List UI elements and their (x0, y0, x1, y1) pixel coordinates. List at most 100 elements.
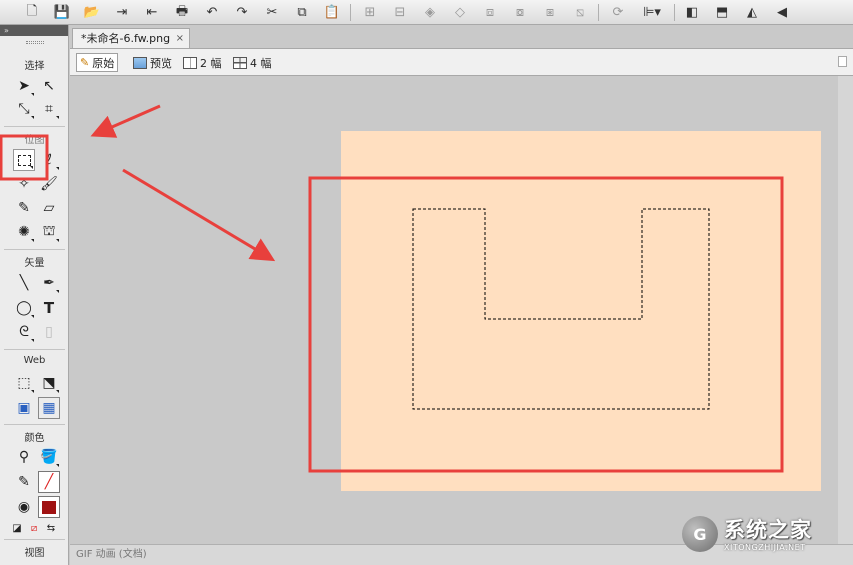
section-bitmap-label: 位图 (24, 135, 45, 146)
page-icon[interactable] (838, 56, 847, 67)
section-colors-label: 颜色 (24, 433, 45, 444)
front-icon[interactable]: ⧈ (480, 3, 500, 22)
knife-tool-icon[interactable]: ▯ (38, 321, 60, 343)
original-view-button[interactable]: ✎ 原始 (76, 53, 119, 72)
default-colors-icon[interactable]: ◪ (10, 517, 24, 539)
hide-slices-icon[interactable]: ▣ (13, 397, 35, 419)
ungroup-icon[interactable]: ⊟ (390, 3, 410, 22)
align-icon[interactable]: ⊫▾ (638, 3, 666, 22)
pencil-tool-icon[interactable]: ✎ (13, 197, 35, 219)
four-panes-icon (233, 56, 247, 69)
tools-panel-header[interactable]: » (0, 25, 68, 36)
back-icon[interactable]: ⧅ (570, 3, 590, 22)
freeform-tool-icon[interactable]: ᘓ (13, 321, 35, 343)
status-text: GIF 动画 (文档) (76, 549, 147, 560)
eyedropper-tool-icon[interactable]: ⚲ (13, 446, 35, 468)
import-icon[interactable]: ⇥ (112, 3, 132, 22)
redo-icon[interactable]: ↷ (232, 3, 252, 22)
vertical-scrollbar[interactable] (838, 76, 853, 544)
watermark: G 系统之家 XITONGZHIJIA.NET (676, 514, 846, 560)
paste-icon[interactable]: 📋 (322, 3, 342, 22)
stroke-swatch[interactable]: ╱ (38, 471, 60, 493)
join-icon[interactable]: ◈ (420, 3, 440, 22)
image-icon (133, 56, 147, 69)
stamp-tool-icon[interactable]: ⛫ (38, 221, 60, 243)
rotate-icon[interactable]: ⟳ (608, 3, 628, 22)
show-slices-icon[interactable]: ▦ (38, 397, 60, 419)
scale-tool-icon[interactable]: ⤡ (13, 98, 35, 120)
export-icon[interactable]: ⇤ (142, 3, 162, 22)
section-divider (4, 424, 65, 425)
document-tab-title: *未命名-6.fw.png (81, 32, 171, 45)
arrow-to-tool (90, 104, 161, 138)
undo-icon[interactable]: ↶ (202, 3, 222, 22)
swap-colors-icon[interactable]: ⇆ (44, 517, 58, 539)
two-panes-icon (183, 56, 197, 69)
preview-view-button[interactable]: 预览 (130, 53, 175, 72)
section-view-label: 视图 (24, 548, 45, 559)
slice-tool-icon[interactable]: ⬔ (38, 372, 60, 394)
section-divider (4, 126, 65, 127)
new-file-icon[interactable]: 🗋 (22, 3, 42, 22)
blur-tool-icon[interactable]: ✺ (13, 221, 35, 243)
watermark-logo-letter: G (693, 524, 707, 544)
arrow-to-selection (122, 168, 276, 262)
crop-tool-icon[interactable]: ⌗ (38, 98, 60, 120)
close-tab-icon[interactable]: × (176, 29, 184, 48)
ellipse-tool-icon[interactable]: ◯ (13, 297, 35, 319)
view-bar: ✎ 原始 预览 2 幅 4 幅 (70, 48, 853, 76)
pencil-icon: ✎ (80, 56, 90, 69)
two-up-view-label: 2 幅 (200, 56, 222, 70)
text-tool-icon[interactable]: T (38, 297, 60, 319)
marquee-tool-icon[interactable] (13, 149, 35, 171)
section-divider (4, 349, 65, 350)
hotspot-tool-icon[interactable]: ⬚ (13, 372, 35, 394)
skew-icon[interactable]: ◀ (772, 3, 792, 22)
flip-horizontal-icon[interactable]: ◭ (742, 3, 762, 22)
fill-color-icon[interactable]: ◉ (13, 496, 35, 518)
collapse-icon[interactable]: » (4, 26, 9, 35)
open-icon[interactable]: 📂 (82, 3, 102, 22)
section-select-label: 选择 (24, 61, 45, 72)
toolbar-separator (674, 4, 675, 21)
stroke-color-icon[interactable]: ✎ (13, 471, 35, 493)
brush-tool-icon[interactable]: 🖌 (38, 173, 60, 195)
two-up-view-button[interactable]: 2 幅 (180, 53, 225, 72)
section-divider (4, 539, 65, 540)
watermark-url: XITONGZHIJIA.NET (724, 543, 806, 552)
forward-icon[interactable]: ⧇ (510, 3, 530, 22)
flip-vertical-icon[interactable]: ⬒ (712, 3, 732, 22)
original-view-label: 原始 (92, 56, 115, 70)
line-tool-icon[interactable]: ╲ (13, 272, 35, 294)
four-up-view-label: 4 幅 (250, 56, 272, 70)
backward-icon[interactable]: ⧆ (540, 3, 560, 22)
four-up-view-button[interactable]: 4 幅 (230, 53, 275, 72)
document-canvas[interactable] (341, 131, 821, 491)
no-color-icon[interactable]: ⧄ (27, 517, 41, 539)
pen-tool-icon[interactable]: ✒ (38, 272, 60, 294)
main-toolbar: 🗋 💾 📂 ⇥ ⇤ 🖶 ↶ ↷ ✂ ⧉ 📋 ⊞ ⊟ ◈ ◇ ⧈ ⧇ ⧆ ⧅ ⟳ … (0, 0, 853, 25)
fill-swatch[interactable] (38, 496, 60, 518)
split-icon[interactable]: ◇ (450, 3, 470, 22)
toolbar-separator (350, 4, 351, 21)
section-web-label: Web (23, 355, 46, 366)
lasso-tool-icon[interactable]: ℓ (38, 149, 60, 171)
save-icon[interactable]: 💾 (52, 3, 72, 22)
print-icon[interactable]: 🖶 (172, 3, 192, 22)
subselect-tool-icon[interactable]: ↖ (38, 75, 60, 97)
panel-grip[interactable] (26, 41, 44, 44)
magic-wand-icon[interactable]: ✧ (13, 173, 35, 195)
preview-view-label: 预览 (150, 56, 172, 70)
watermark-name: 系统之家 (724, 518, 812, 542)
tools-panel: » 选择 ➤ ↖ ⤡ ⌗ 位图 ℓ ✧ 🖌 ✎ ▱ ✺ ⛫ 矢量 ╲ ✒ ◯ T… (0, 25, 69, 565)
cut-icon[interactable]: ✂ (262, 3, 282, 22)
paint-bucket-icon[interactable]: 🪣 (38, 446, 60, 468)
eraser-tool-icon[interactable]: ▱ (38, 197, 60, 219)
group-icon[interactable]: ⊞ (360, 3, 380, 22)
section-vector-label: 矢量 (24, 258, 45, 269)
document-tab[interactable]: *未命名-6.fw.png × (72, 28, 190, 48)
flip-left-icon[interactable]: ◧ (682, 3, 702, 22)
pointer-tool-icon[interactable]: ➤ (13, 75, 35, 97)
copy-icon[interactable]: ⧉ (292, 3, 312, 22)
watermark-logo-icon: G (682, 516, 718, 552)
